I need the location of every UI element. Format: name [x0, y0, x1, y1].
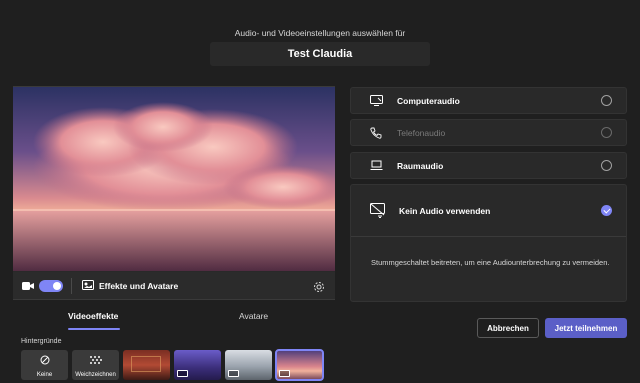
none-icon	[40, 352, 50, 370]
no-audio-icon	[370, 203, 386, 219]
video-preview	[13, 86, 335, 271]
effects-tabs: Videoeffekte Avatare	[13, 300, 335, 330]
effects-icon	[82, 279, 94, 292]
effects-and-avatars-button[interactable]: Effekte und Avatare	[82, 279, 179, 292]
background-thumbnails: Keine Weichzeichnen	[21, 349, 324, 381]
background-cloud-image	[13, 87, 335, 271]
background-video-clouds[interactable]	[275, 349, 324, 381]
backgrounds-panel: Hintergründe Keine Weichzeichnen	[13, 330, 335, 383]
background-room-image[interactable]	[123, 350, 170, 380]
audio-option-none-label: Kein Audio verwenden	[399, 206, 491, 216]
audio-option-phone-radio	[601, 127, 612, 138]
background-blur-label: Weichzeichnen	[75, 372, 116, 378]
audio-option-phone: Telefonaudio	[350, 119, 627, 146]
audio-option-computer[interactable]: Computeraudio	[350, 87, 627, 114]
video-preview-panel: Effekte und Avatare Videoeffekte Avatare…	[13, 86, 335, 383]
phone-icon	[369, 126, 383, 140]
join-header-subtitle: Audio- und Videoeinstellungen auswählen …	[234, 28, 406, 38]
background-video-mountains[interactable]	[225, 350, 272, 380]
audio-option-room[interactable]: Raumaudio	[350, 152, 627, 179]
video-icon	[177, 370, 188, 377]
camera-toggle[interactable]	[39, 279, 63, 292]
audio-option-computer-label: Computeraudio	[397, 95, 460, 106]
audio-option-none-radio[interactable]	[601, 205, 612, 216]
monitor-icon	[369, 94, 383, 108]
room-audio-icon	[369, 159, 383, 173]
background-blur[interactable]: Weichzeichnen	[72, 350, 119, 380]
settings-gear-icon[interactable]	[313, 280, 325, 292]
audio-option-computer-radio[interactable]	[601, 95, 612, 106]
backgrounds-title: Hintergründe	[21, 338, 62, 345]
audio-option-phone-label: Telefonaudio	[397, 127, 446, 138]
join-now-button[interactable]: Jetzt teilnehmen	[545, 318, 627, 338]
no-audio-description: Stummgeschaltet beitreten, um eine Audio…	[371, 258, 610, 267]
background-none[interactable]: Keine	[21, 350, 68, 380]
video-icon	[279, 370, 290, 377]
room-decor	[131, 356, 161, 372]
cancel-button[interactable]: Abbrechen	[477, 318, 539, 338]
video-icon	[228, 370, 239, 377]
effects-label: Effekte und Avatare	[99, 280, 179, 291]
divider	[71, 277, 72, 294]
audio-option-none: Kein Audio verwenden Stummgeschaltet bei…	[350, 184, 627, 302]
background-none-label: Keine	[36, 372, 53, 378]
audio-option-room-label: Raumaudio	[397, 160, 444, 171]
meeting-name: Test Claudia	[210, 42, 430, 66]
camera-icon	[22, 280, 34, 292]
blur-icon	[89, 352, 102, 370]
video-controls-bar: Effekte und Avatare	[13, 272, 335, 300]
tab-avatars[interactable]: Avatare	[239, 311, 268, 321]
audio-option-none-row[interactable]: Kein Audio verwenden	[351, 185, 626, 237]
audio-option-room-radio[interactable]	[601, 160, 612, 171]
tab-video-effects[interactable]: Videoeffekte	[68, 311, 118, 321]
background-video-purple[interactable]	[174, 350, 221, 380]
